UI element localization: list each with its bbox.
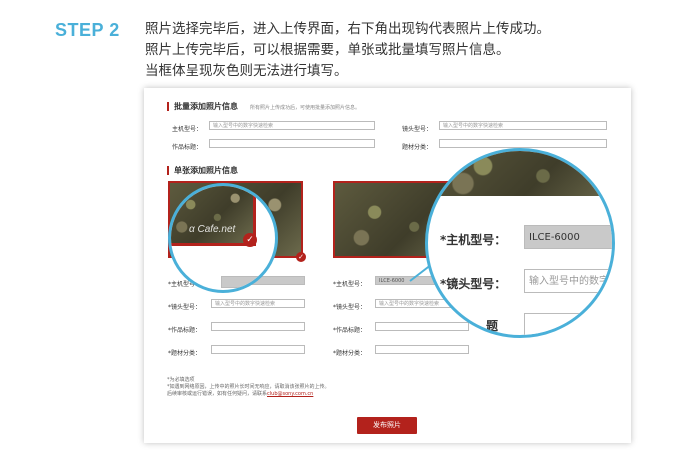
left-lens-label: *镜头型号：: [168, 304, 202, 311]
batch-subject-select[interactable]: [439, 139, 607, 148]
contact-email-link[interactable]: club@sony.com.cn: [267, 391, 313, 397]
footnote-contact: 后续审核或运行错误，如有任何疑问，请联系club@sony.com.cn: [167, 391, 314, 397]
right-subject-label: *题材分类：: [333, 350, 367, 357]
batch-title-label: 作品标题：: [172, 144, 203, 151]
zoomed-check-icon: ✓: [243, 233, 257, 247]
right-camera-label: *主机型号：: [333, 281, 367, 288]
right-title-input[interactable]: [375, 322, 469, 331]
publish-button[interactable]: 发布照片: [357, 417, 417, 434]
batch-camera-label: 主机型号：: [172, 126, 203, 133]
footnote-network: *如遇到网络原因，上传中的照片长时间无响应，请取消该张照片的上传。: [167, 384, 330, 390]
step-instruction-2: 照片上传完毕后，可以根据需要，单张或批量填写照片信息。: [145, 42, 510, 58]
footnote: *为必填选项 *如遇到网络原因，上传中的照片长时间无响应，请取消该张照片的上传。…: [167, 377, 330, 398]
zoom-camera-label: *主机型号：: [440, 233, 507, 247]
watermark-logo: α Cafe.net: [189, 224, 236, 235]
batch-lens-input[interactable]: 输入型号中的数字快速检索: [439, 121, 607, 130]
zoom-camera-input: ILCE-6000: [524, 225, 612, 249]
right-lens-label: *镜头型号：: [333, 304, 367, 311]
batch-title-input[interactable]: [209, 139, 375, 148]
single-section-title: 单张添加照片信息: [167, 166, 238, 175]
right-title-label: *作品标题：: [333, 327, 367, 334]
zoomed-gray-input: [221, 276, 275, 288]
upload-success-check-icon: ✓: [296, 252, 306, 262]
footnote-required: *为必填选项: [167, 377, 195, 383]
batch-lens-label: 镜头型号：: [402, 126, 433, 133]
left-title-input[interactable]: [211, 322, 305, 331]
right-subject-select[interactable]: [375, 345, 469, 354]
zoom-partial-label: 题: [486, 319, 499, 333]
zoom-magnifier-small: α Cafe.net ✓: [168, 183, 278, 293]
zoom-title-input: [524, 313, 612, 335]
left-title-label: *作品标题：: [168, 327, 202, 334]
zoom-lens-label: *镜头型号：: [440, 277, 507, 291]
zoomed-photo-2: [428, 151, 612, 196]
step-instruction-1: 照片选择完毕后，进入上传界面，右下角出现钩代表照片上传成功。: [145, 21, 550, 37]
batch-section-title: 批量添加照片信息: [167, 102, 238, 111]
left-subject-label: *题材分类：: [168, 350, 202, 357]
zoom-lens-input: 输入型号中的数字: [524, 269, 612, 293]
step-instruction-3: 当框体呈现灰色则无法进行填写。: [145, 63, 348, 79]
left-subject-select[interactable]: [211, 345, 305, 354]
batch-subject-label: 题材分类：: [402, 144, 433, 151]
batch-camera-input[interactable]: 输入型号中的数字快速检索: [209, 121, 375, 130]
left-lens-input[interactable]: 输入型号中的数字快速检索: [211, 299, 305, 308]
batch-section-note: 所有照片上传成功后，可使用批量添加照片信息。: [250, 105, 361, 111]
zoom-magnifier-large: *主机型号： ILCE-6000 *镜头型号： 输入型号中的数字 题: [425, 148, 615, 338]
step-label: STEP 2: [55, 20, 120, 40]
